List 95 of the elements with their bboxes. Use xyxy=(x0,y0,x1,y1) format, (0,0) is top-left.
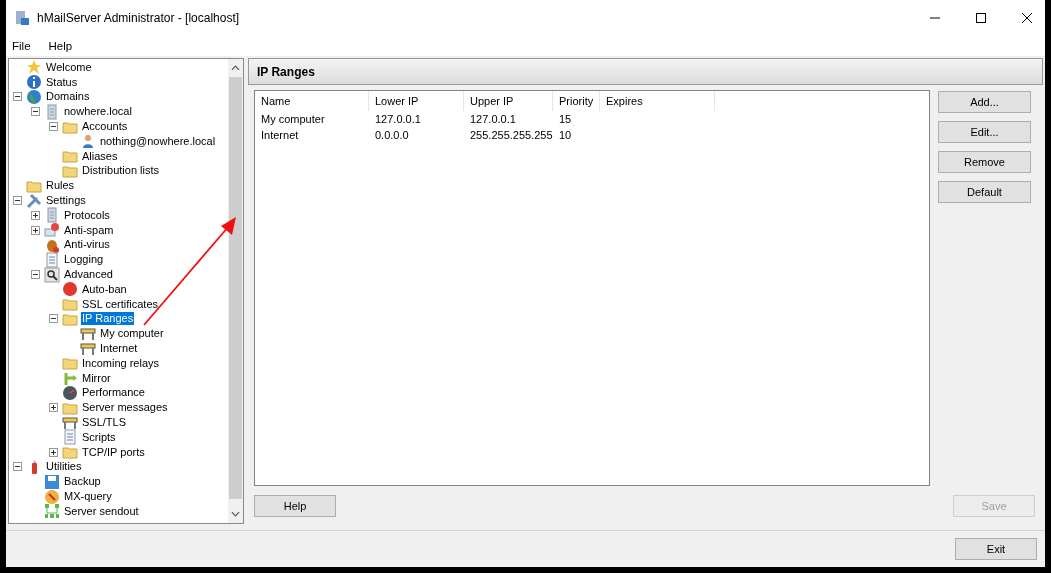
barrier-icon xyxy=(80,340,96,357)
column-header[interactable]: Name xyxy=(255,91,369,111)
expand-icon[interactable] xyxy=(31,210,40,220)
collapse-icon[interactable] xyxy=(31,107,40,117)
tree-item[interactable]: SSL certificates xyxy=(81,297,159,311)
action-button[interactable]: Remove xyxy=(938,151,1031,173)
action-button[interactable]: Edit... xyxy=(938,121,1031,143)
table-cell: Internet xyxy=(261,129,299,141)
tree-item[interactable]: Accounts xyxy=(81,120,129,134)
tree-item[interactable]: Scripts xyxy=(81,430,117,444)
tree-item[interactable]: Anti-virus xyxy=(63,238,111,252)
tree-item[interactable]: Performance xyxy=(81,386,146,400)
tree-item[interactable]: Aliases xyxy=(81,149,119,163)
app-icon xyxy=(14,10,30,26)
tree-item[interactable]: nowhere.local xyxy=(63,105,133,119)
tree-item[interactable]: Status xyxy=(45,75,79,89)
tree-item[interactable]: Incoming relays xyxy=(81,356,161,370)
gauge-icon xyxy=(62,384,78,401)
action-button[interactable]: Default xyxy=(938,181,1031,203)
table-cell: 0.0.0.0 xyxy=(375,129,409,141)
action-button[interactable]: Add... xyxy=(938,91,1031,113)
collapse-icon[interactable] xyxy=(13,462,22,472)
scroll-up-icon[interactable] xyxy=(231,65,240,71)
table-cell: 255.255.255.255 xyxy=(470,129,553,141)
tree-item[interactable]: Server sendout xyxy=(63,504,140,518)
user-icon xyxy=(80,133,96,150)
collapse-icon[interactable] xyxy=(31,270,40,280)
table-cell: 10 xyxy=(559,129,572,141)
tree-item[interactable]: Advanced xyxy=(63,268,114,282)
close-icon[interactable] xyxy=(1021,12,1033,24)
tree-item[interactable]: nothing@nowhere.local xyxy=(99,134,217,148)
collapse-icon[interactable] xyxy=(49,314,58,324)
arrow-icon xyxy=(62,370,78,387)
tree-item[interactable]: Rules xyxy=(45,179,76,193)
scrollbar[interactable] xyxy=(228,59,243,523)
expand-icon[interactable] xyxy=(31,225,40,235)
folder-icon xyxy=(62,296,78,313)
table-cell: 15 xyxy=(559,113,572,125)
scroll-down-icon[interactable] xyxy=(231,511,240,517)
column-header[interactable]: Upper IP xyxy=(464,91,553,111)
column-header[interactable]: Priority xyxy=(553,91,600,111)
column-header[interactable]: Expires xyxy=(600,91,715,111)
column-header[interactable]: Lower IP xyxy=(369,91,464,111)
globe-icon xyxy=(26,89,42,105)
tree-item[interactable]: Mirror xyxy=(81,371,112,385)
tree-item[interactable]: MX-query xyxy=(63,490,113,503)
tree-item[interactable]: Distribution lists xyxy=(81,164,161,178)
tree-item[interactable]: Protocols xyxy=(63,208,111,222)
info-icon xyxy=(26,74,42,91)
tools-icon xyxy=(26,192,42,209)
envelope-icon xyxy=(44,222,60,239)
tree-item[interactable]: SSL/TLS xyxy=(81,416,128,429)
network-icon xyxy=(44,503,60,520)
tree-item[interactable]: My computer xyxy=(99,327,165,341)
tree-item[interactable]: Welcome xyxy=(45,60,93,74)
maximize-icon[interactable] xyxy=(975,12,987,24)
stop-icon xyxy=(62,281,78,298)
tree-item[interactable]: Anti-spam xyxy=(63,223,115,237)
tree-item[interactable]: IP Ranges xyxy=(81,312,135,326)
document-icon xyxy=(62,429,78,446)
server-icon xyxy=(44,103,60,120)
tree-item[interactable]: Logging xyxy=(63,253,105,267)
document-icon xyxy=(44,251,60,268)
window-title: hMailServer Administrator - [localhost] xyxy=(37,11,240,25)
folder-icon xyxy=(62,148,78,165)
star-icon xyxy=(26,59,42,76)
magnifier-icon xyxy=(44,266,60,283)
server-icon xyxy=(44,207,60,224)
tree-item[interactable]: Backup xyxy=(63,475,102,489)
expand-icon[interactable] xyxy=(49,403,58,413)
tree-item[interactable]: Auto-ban xyxy=(81,282,128,296)
tree-item[interactable]: TCP/IP ports xyxy=(81,445,146,459)
expand-icon[interactable] xyxy=(49,447,58,457)
table-cell: 127.0.0.1 xyxy=(375,113,421,125)
tree-item[interactable]: Server messages xyxy=(81,401,169,415)
tree-item[interactable]: Domains xyxy=(45,90,91,104)
barrier-icon xyxy=(80,325,96,342)
folder-icon xyxy=(62,163,78,179)
table-cell: 127.0.0.1 xyxy=(470,113,516,125)
help-button[interactable]: Help xyxy=(254,495,336,517)
menu-item[interactable]: Help xyxy=(48,40,73,52)
tree-item[interactable]: Internet xyxy=(99,342,139,356)
barrier-icon xyxy=(62,414,78,431)
collapse-icon[interactable] xyxy=(13,196,22,206)
exit-button[interactable]: Exit xyxy=(955,538,1037,560)
folder-icon xyxy=(62,444,78,461)
menu-item[interactable]: File xyxy=(12,40,31,52)
tree-item[interactable]: Settings xyxy=(45,194,87,208)
scroll-thumb[interactable] xyxy=(229,77,242,499)
tree-item[interactable]: Utilities xyxy=(45,460,83,474)
collapse-icon[interactable] xyxy=(49,122,58,132)
panel-title: IP Ranges xyxy=(257,64,315,79)
collapse-icon[interactable] xyxy=(13,92,22,102)
table-cell: My computer xyxy=(261,113,325,125)
folder-icon xyxy=(62,355,78,372)
